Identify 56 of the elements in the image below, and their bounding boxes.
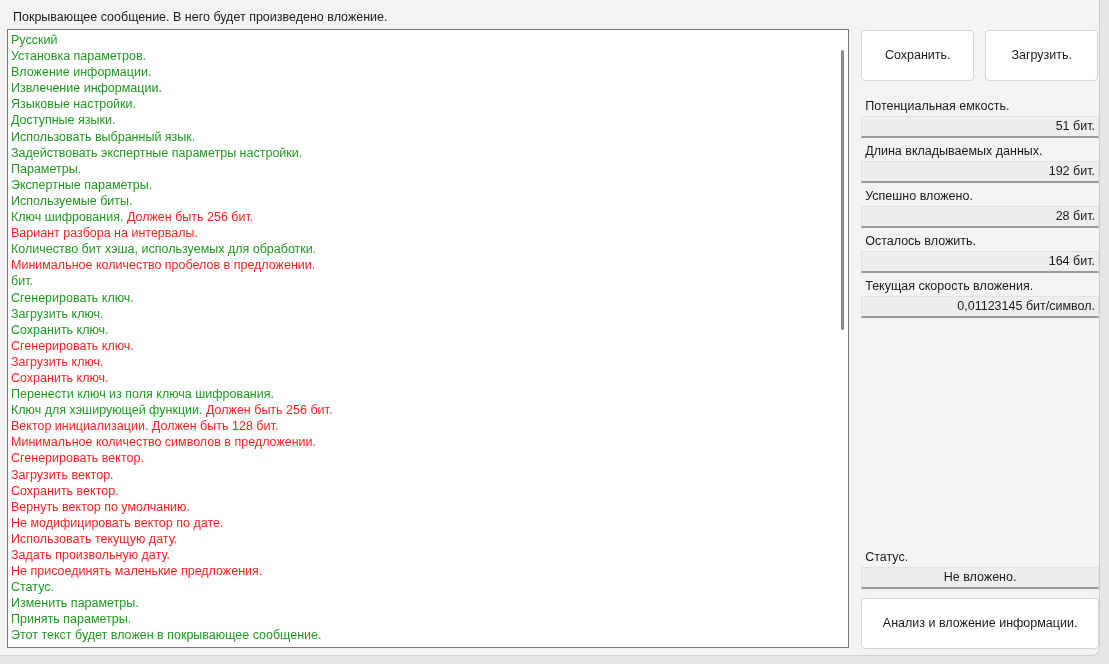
status-label: Статус. [865,549,910,566]
text-line: Загрузить ключ. [11,305,105,322]
text-line: Не модифицировать вектор по дате. [11,514,225,531]
scrollbar-thumb[interactable] [840,50,844,330]
text-line: Сохранить вектор. [11,482,120,499]
save-button[interactable]: Сохранить. [861,30,975,81]
text-line: Доступные языки. [11,112,117,129]
text-line: Перенести ключ из поля ключа шифрования. [11,386,275,403]
text-line: Вернуть вектор по умолчанию. [11,498,191,515]
text-line: Ключ шифрования. Должен быть 256 бит. [11,209,255,226]
text-line: Принять параметры. [11,611,133,628]
text-line: Задать произвольную дату. [11,547,171,564]
text-line: Загрузить вектор. [11,466,115,483]
text-line: Вариант разбора на интервалы. [11,225,200,242]
text-line: Не присоединять маленькие предложения. [11,563,264,580]
text-line: Извлечение информации. [11,80,163,97]
text-line: Экспертные параметры. [11,176,154,193]
stat-label: Успешно вложено. [865,188,974,205]
text-line: Минимальное количество пробелов в предложении. [11,257,317,274]
cover-message-textarea[interactable] [7,29,849,648]
stat-label: Потенциальная емкость. [865,98,1011,115]
text-line: Использовать выбранный язык. [11,128,197,145]
text-line: Использовать текущую дату. [11,530,179,547]
text-line: Загрузить ключ. [11,353,105,370]
stat-label: Длина вкладываемых данных. [865,143,1044,160]
stat-label: Текущая скорость вложения. [865,278,1035,295]
text-line: бит. [11,273,34,290]
load-button[interactable]: Загрузить. [985,30,1099,81]
text-line: Сохранить ключ. [11,321,110,338]
text-line: Вложение информации. [11,64,153,81]
text-line: Русский [11,32,59,49]
text-line: Задействовать экспертные параметры настройки. [11,144,304,161]
status-value-field: Не вложено. [861,567,1099,589]
text-line: Сгенерировать ключ. [11,289,135,306]
text-line: Языковые настройки. [11,96,137,113]
text-line: Ключ для хэширующей функции. Должен быть 256 бит. [11,402,334,419]
stat-value-field: 28 бит. [861,206,1099,228]
text-line: Установка параметров. [11,48,148,65]
text-line: Количество бит хэша, используемых для обработки. [11,241,318,258]
text-line: Вектор инициализации. Должен быть 128 бит. [11,418,280,435]
cover-message-label: Покрывающее сообщение. В него будет произведено вложение. [13,9,389,25]
text-line: Сохранить ключ. [11,369,110,387]
text-line: Сгенерировать вектор. [11,450,145,467]
embed-button[interactable]: Анализ и вложение информации. [861,598,1099,649]
text-line: Минимальное количество символов в предложении. [11,434,318,451]
text-line: Статус. [11,579,55,596]
text-line: Сгенерировать ключ. [11,337,135,354]
stat-label: Осталось вложить. [865,233,977,250]
text-line: Параметры. [11,160,83,177]
stat-value-field: 51 бит. [861,116,1099,138]
stat-value-field: 164 бит. [861,251,1099,273]
text-line: Используемые биты. [11,192,134,210]
text-line: Изменить параметры. [11,595,140,612]
stat-value-field: 192 бит. [861,161,1099,183]
stat-value-field: 0,01123145 бит/символ. [861,296,1099,318]
text-line: Этот текст будет вложен в покрывающее сообщение. [11,627,323,644]
